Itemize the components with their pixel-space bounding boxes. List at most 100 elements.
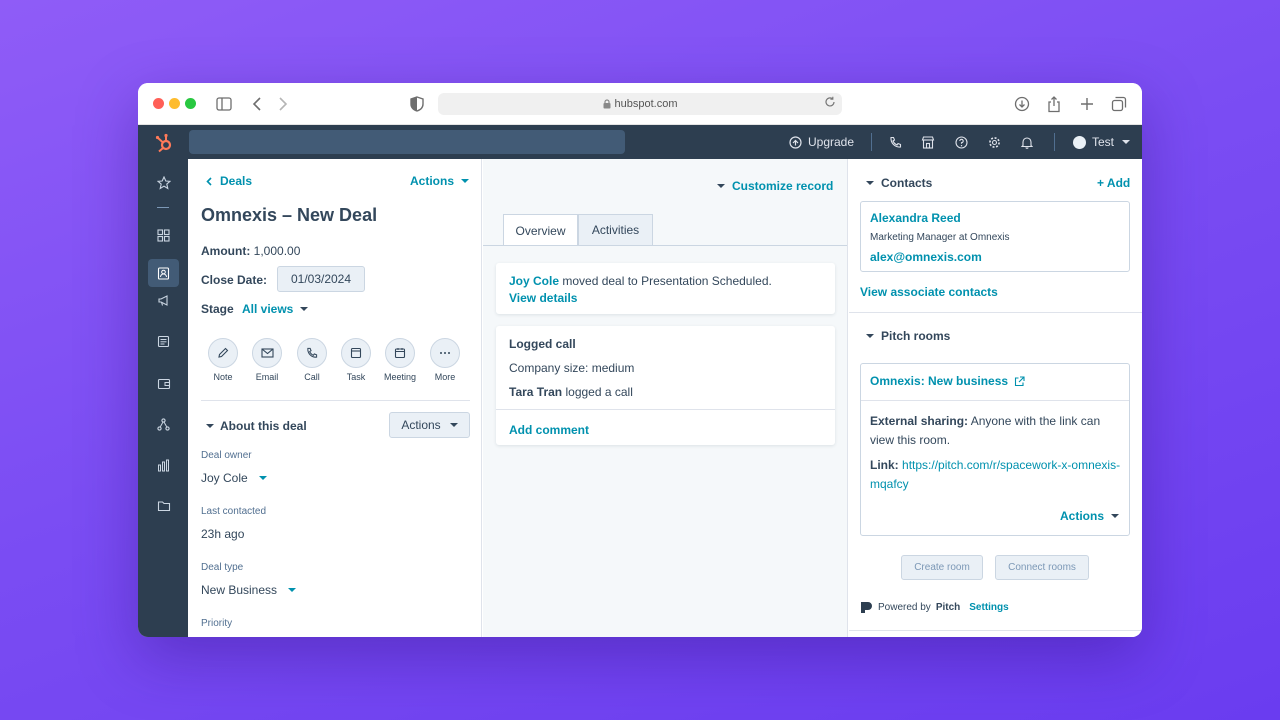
back-to-deals-link[interactable]: Deals [206, 174, 252, 188]
contacts-section-toggle[interactable]: Contacts [866, 176, 932, 190]
more-button[interactable] [430, 338, 460, 368]
chevron-down-icon [300, 307, 309, 311]
powered-brand: Pitch [935, 602, 961, 613]
share-icon[interactable] [1044, 94, 1064, 114]
about-section-toggle[interactable]: About this deal [206, 419, 307, 433]
room-name-link[interactable]: Omnexis: New business [870, 374, 1025, 388]
deal-type-label: Deal type [201, 562, 244, 573]
hubspot-logo-icon[interactable] [154, 133, 174, 153]
pitch-settings-link[interactable]: Settings [969, 602, 1008, 613]
pencil-icon [218, 347, 229, 358]
card-divider [496, 409, 835, 410]
chevron-down-icon [449, 423, 458, 427]
email-button[interactable] [252, 338, 282, 368]
view-details-link[interactable]: View details [509, 291, 577, 305]
calendar-icon [394, 348, 406, 359]
help-icon[interactable] [955, 125, 968, 159]
page-title: Omnexis – New Deal [201, 205, 378, 225]
connect-rooms-button[interactable]: Connect rooms [995, 555, 1089, 580]
chevron-down-icon [206, 424, 214, 428]
pitch-logo-icon [861, 602, 872, 613]
contact-card: Alexandra Reed Marketing Manager at Omne… [860, 201, 1130, 272]
call-logged-by: Tara Tran logged a call [509, 385, 633, 399]
contact-name-link[interactable]: Alexandra Reed [870, 211, 961, 225]
deal-type-dropdown[interactable]: New Business [201, 583, 297, 597]
back-label: Deals [220, 174, 253, 188]
marketing-megaphone-icon[interactable] [148, 286, 179, 314]
chevron-down-icon [461, 179, 470, 183]
phone-icon [307, 347, 318, 358]
sidebar-toggle-icon[interactable] [214, 94, 234, 114]
shield-icon[interactable] [407, 94, 427, 114]
reload-icon[interactable] [824, 96, 836, 111]
note-button[interactable] [208, 338, 238, 368]
about-actions-button[interactable]: Actions [389, 412, 470, 438]
add-comment-link[interactable]: Add comment [509, 423, 589, 437]
section-divider [849, 630, 1142, 631]
forward-arrow-icon[interactable] [273, 94, 293, 114]
close-date-field[interactable]: 01/03/2024 [277, 266, 365, 292]
browser-window: hubspot.com Upgrade Test Deals Actions O… [138, 83, 1142, 637]
external-sharing-text: External sharing: Anyone with the link c… [870, 412, 1122, 450]
call-user-name: Tara Tran [509, 385, 563, 399]
deal-actions-dropdown[interactable]: Actions [410, 174, 470, 188]
meeting-label: Meeting [383, 372, 417, 382]
email-label: Email [255, 372, 279, 382]
content-icon[interactable] [148, 327, 179, 355]
task-button[interactable] [341, 338, 371, 368]
commerce-wallet-icon[interactable] [148, 369, 179, 397]
upgrade-button[interactable]: Upgrade [789, 125, 854, 159]
customize-record-link[interactable]: Customize record [717, 179, 833, 193]
dashboard-grid-icon[interactable] [148, 221, 179, 249]
calling-icon[interactable] [889, 125, 902, 159]
marketplace-icon[interactable] [921, 125, 935, 159]
deal-record-panel: Deals Actions Omnexis – New Deal Amount:… [188, 159, 482, 637]
deal-owner-dropdown[interactable]: Joy Cole [201, 471, 267, 485]
call-button[interactable] [297, 338, 327, 368]
settings-gear-icon[interactable] [988, 125, 1001, 159]
notifications-bell-icon[interactable] [1021, 125, 1033, 159]
new-tab-icon[interactable] [1077, 94, 1097, 114]
back-arrow-icon[interactable] [247, 94, 267, 114]
amount-row: Amount: 1,000.00 [201, 244, 300, 258]
reporting-chart-icon[interactable] [148, 451, 179, 479]
tab-activities[interactable]: Activities [578, 214, 653, 246]
powered-by-label: Powered by [878, 602, 931, 613]
automation-icon[interactable] [148, 410, 179, 438]
account-name: Test [1092, 135, 1115, 149]
tab-overview-icon[interactable] [1109, 94, 1129, 114]
view-associate-contacts-link[interactable]: View associate contacts [860, 285, 998, 299]
contact-email-link[interactable]: alex@omnexis.com [870, 250, 982, 264]
create-room-button[interactable]: Create room [901, 555, 983, 580]
global-search-input[interactable] [189, 130, 625, 154]
pitch-room-card: Omnexis: New business External sharing: … [860, 363, 1130, 536]
pitch-rooms-toggle[interactable]: Pitch rooms [866, 329, 950, 343]
chevron-down-icon [1111, 514, 1120, 518]
maximize-window-button[interactable] [185, 98, 196, 109]
nav-divider [1054, 133, 1055, 151]
pitch-rooms-label: Pitch rooms [881, 329, 951, 343]
deal-type-value: New Business [201, 583, 278, 597]
stage-dropdown[interactable]: All views [242, 302, 309, 316]
section-divider [201, 400, 470, 401]
room-actions-dropdown[interactable]: Actions [1060, 509, 1120, 523]
sidebar-divider [157, 207, 169, 208]
close-window-button[interactable] [153, 98, 164, 109]
crm-contacts-icon[interactable] [148, 259, 179, 287]
tab-overview[interactable]: Overview [503, 214, 578, 246]
room-url-link[interactable]: https://pitch.com/r/spacework-x-omnexis-… [870, 458, 1120, 491]
address-bar[interactable]: hubspot.com [438, 93, 842, 115]
meeting-button[interactable] [385, 338, 415, 368]
card-divider [861, 400, 1129, 401]
room-actions-label: Actions [1060, 509, 1105, 523]
add-contact-button[interactable]: + Add [1097, 176, 1130, 190]
bookmarks-star-icon[interactable] [148, 169, 179, 197]
activity-user-link[interactable]: Joy Cole [509, 274, 559, 288]
minimize-window-button[interactable] [169, 98, 180, 109]
folder-icon[interactable] [148, 492, 179, 520]
actions-label: Actions [410, 174, 455, 188]
nav-divider [871, 133, 872, 151]
download-icon[interactable] [1012, 94, 1032, 114]
upgrade-icon [789, 135, 802, 149]
account-menu[interactable]: Test [1073, 125, 1131, 159]
